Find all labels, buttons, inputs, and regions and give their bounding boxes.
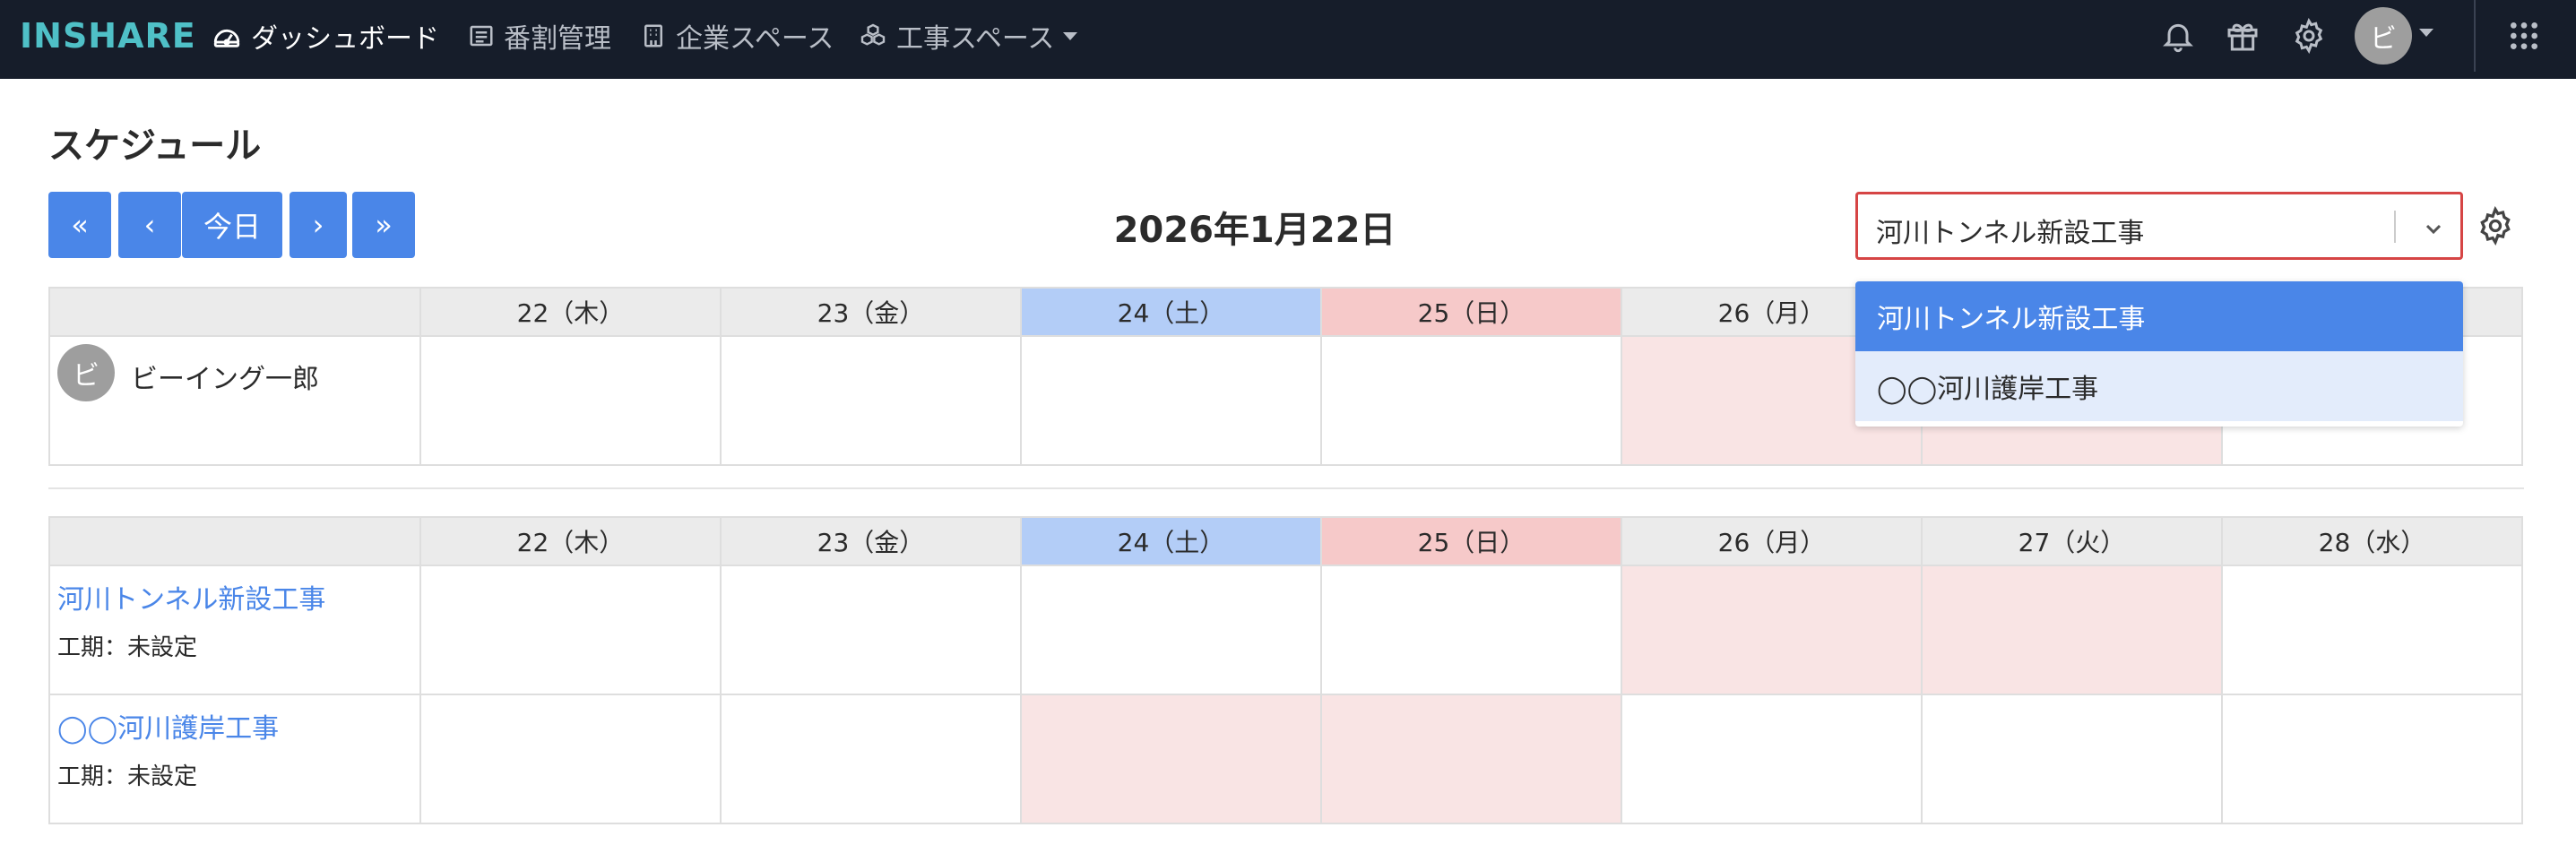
day-cell[interactable] (1320, 694, 1622, 824)
day-cell[interactable] (419, 565, 722, 695)
user-cell: ビ ビーイング一郎 (48, 335, 421, 466)
current-date-heading: 2026年1月22日 (1113, 210, 1396, 251)
project-period: 工期：未設定 (57, 634, 198, 661)
day-cell[interactable] (1320, 565, 1622, 695)
user-avatar[interactable]: ビ (2355, 7, 2412, 65)
day-cell[interactable] (1921, 565, 2223, 695)
app-logo[interactable]: INSHARE (20, 16, 196, 56)
day-header: 22（木） (419, 516, 722, 566)
select-separator (2394, 211, 2396, 243)
gift-icon[interactable] (2225, 18, 2260, 54)
project-select[interactable]: 河川トンネル新設工事 (1855, 192, 2463, 260)
day-header: 27（火） (1921, 516, 2223, 566)
dropdown-option[interactable]: ◯◯河川護岸工事 (1855, 351, 2463, 421)
day-cell[interactable] (1320, 335, 1622, 466)
avatar: ビ (57, 344, 115, 401)
apps-grid-icon[interactable] (2506, 18, 2542, 54)
table-row: 河川トンネル新設工事 工期：未設定 (48, 565, 2523, 695)
prev-button[interactable]: ‹ (118, 192, 181, 258)
project-cell: 河川トンネル新設工事 工期：未設定 (48, 565, 421, 695)
project-link[interactable]: 河川トンネル新設工事 (57, 577, 419, 616)
day-cell[interactable] (1020, 335, 1322, 466)
day-cell[interactable] (1621, 565, 1923, 695)
day-header: 24（土） (1020, 516, 1322, 566)
nav-construction-space-label: 工事スペース (896, 23, 1055, 55)
gear-icon[interactable] (2291, 18, 2327, 54)
day-cell[interactable] (2221, 565, 2523, 695)
day-cell[interactable] (1020, 694, 1322, 824)
chevron-down-icon[interactable] (2423, 218, 2444, 239)
dropdown-option[interactable]: 河川トンネル新設工事 (1855, 281, 2463, 351)
last-button[interactable]: » (352, 192, 415, 258)
nav-construction-space[interactable]: 工事スペース (859, 0, 1078, 72)
day-cell[interactable] (419, 335, 722, 466)
nav-divider (2474, 0, 2476, 72)
section-divider (48, 487, 2524, 489)
nav-shift-management-label: 番割管理 (504, 23, 611, 55)
day-cell[interactable] (1921, 694, 2223, 824)
header-blank (48, 287, 421, 337)
project-select-value[interactable]: 河川トンネル新設工事 (1876, 211, 2144, 250)
calendar-settings-gear-icon[interactable] (2476, 206, 2515, 246)
list-icon (470, 25, 493, 47)
user-name: ビーイング一郎 (131, 364, 319, 395)
page-title: スケジュール (48, 125, 262, 167)
top-navbar: INSHARE ダッシュボード 番割管理 企業スペース 工事スペース ビ (0, 0, 2576, 79)
table-row: ◯◯河川護岸工事 工期：未設定 (48, 694, 2523, 824)
day-header: 25（日） (1320, 516, 1622, 566)
nav-company-space-label: 企業スペース (676, 23, 834, 55)
dashboard-icon (213, 29, 240, 47)
table-header-row: 22（木） 23（金） 24（土） 25（日） 26（月） 27（火） 28（水… (48, 516, 2523, 566)
day-header: 23（金） (720, 516, 1022, 566)
day-header: 23（金） (720, 287, 1022, 337)
day-cell[interactable] (720, 565, 1022, 695)
day-cell[interactable] (419, 694, 722, 824)
today-button[interactable]: 今日 (182, 192, 282, 258)
nav-shift-management[interactable]: 番割管理 (468, 0, 611, 72)
nav-dashboard[interactable]: ダッシュボード (212, 0, 439, 72)
day-cell[interactable] (1020, 565, 1322, 695)
bell-icon[interactable] (2160, 18, 2196, 54)
nav-company-space[interactable]: 企業スペース (640, 0, 834, 72)
project-link[interactable]: ◯◯河川護岸工事 (57, 706, 419, 746)
cubes-icon (860, 23, 886, 46)
chevron-down-icon[interactable] (2419, 29, 2433, 37)
first-button[interactable]: « (48, 192, 111, 258)
building-icon (644, 24, 662, 47)
day-header: 25（日） (1320, 287, 1622, 337)
chevron-down-icon (1063, 31, 1078, 40)
day-cell[interactable] (1621, 694, 1923, 824)
project-select-dropdown: 河川トンネル新設工事 ◯◯河川護岸工事 (1855, 281, 2463, 427)
nav-dashboard-label: ダッシュボード (251, 23, 439, 55)
day-header: 26（月） (1621, 516, 1923, 566)
project-period: 工期：未設定 (57, 763, 198, 790)
day-header: 22（木） (419, 287, 722, 337)
day-cell[interactable] (2221, 694, 2523, 824)
day-header: 24（土） (1020, 287, 1322, 337)
day-header: 28（水） (2221, 516, 2523, 566)
project-cell: ◯◯河川護岸工事 工期：未設定 (48, 694, 421, 824)
day-cell[interactable] (720, 335, 1022, 466)
project-schedule-table: 22（木） 23（金） 24（土） 25（日） 26（月） 27（火） 28（水… (48, 516, 2523, 824)
day-cell[interactable] (720, 694, 1022, 824)
next-button[interactable]: › (290, 192, 347, 258)
header-blank (48, 516, 421, 566)
